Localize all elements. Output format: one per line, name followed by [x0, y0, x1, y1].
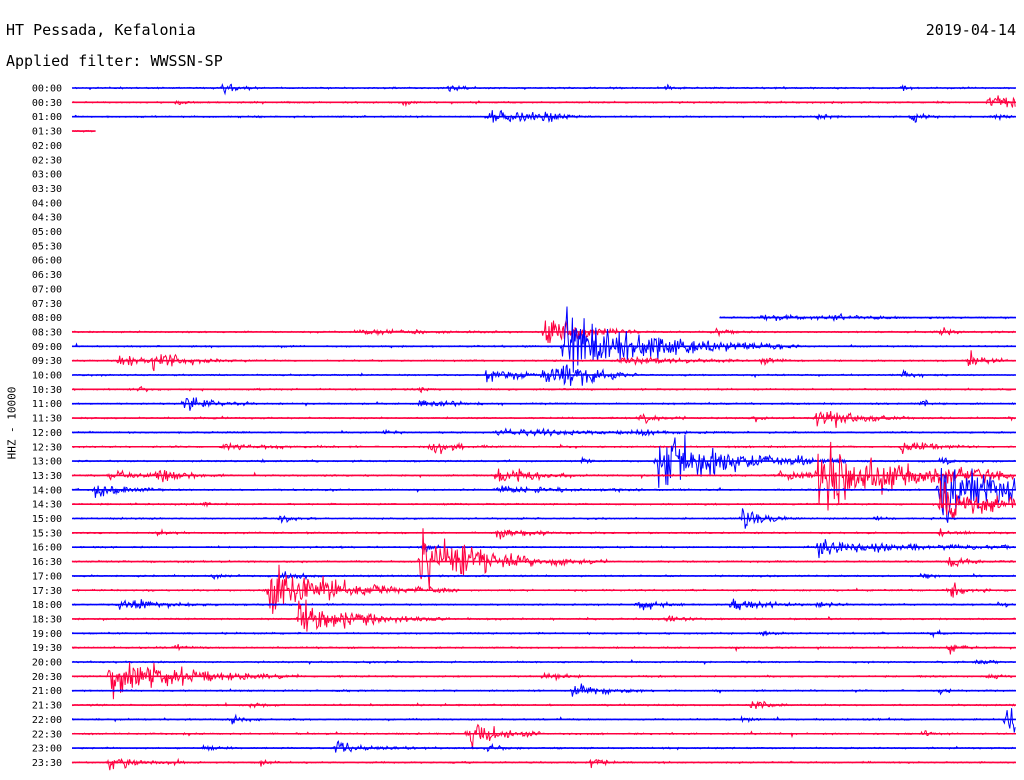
time-tick-label: 11:00	[32, 399, 62, 410]
time-tick-label: 09:00	[32, 342, 62, 353]
trace-line	[72, 708, 1016, 733]
trace-line	[71, 662, 1016, 700]
time-tick-label: 16:00	[32, 543, 62, 554]
time-tick-label: 00:30	[32, 98, 62, 109]
trace-line	[71, 411, 1016, 428]
time-tick-label: 07:30	[32, 299, 62, 310]
time-tick-label: 13:30	[32, 471, 62, 482]
time-tick-label: 21:30	[32, 701, 62, 712]
trace-line	[71, 723, 1016, 750]
time-tick-label: 09:30	[32, 356, 62, 367]
time-tick-label: 14:30	[32, 500, 62, 511]
time-tick-label: 18:00	[32, 600, 62, 611]
time-tick-label: 05:30	[32, 241, 62, 252]
time-tick-label: 07:00	[32, 284, 62, 295]
trace-line	[71, 740, 1016, 753]
trace-line	[71, 306, 1016, 373]
time-tick-label: 23:30	[32, 758, 62, 769]
time-tick-label: 16:30	[32, 557, 62, 568]
time-tick-label: 20:30	[32, 672, 62, 683]
trace-line	[71, 564, 1016, 614]
time-tick-label: 04:30	[32, 213, 62, 224]
time-tick-label: 11:30	[32, 414, 62, 425]
time-tick-label: 10:30	[32, 385, 62, 396]
time-tick-label: 02:00	[32, 141, 62, 152]
trace-line	[71, 528, 1016, 590]
time-tick-label: 04:00	[32, 198, 62, 209]
time-tick-label: 13:00	[32, 457, 62, 468]
time-tick-label: 08:00	[32, 313, 62, 324]
time-tick-label: 12:30	[32, 442, 62, 453]
time-tick-label: 18:30	[32, 614, 62, 625]
time-tick-label: 00:00	[32, 84, 62, 95]
time-tick-label: 22:30	[32, 729, 62, 740]
time-tick-label: 06:30	[32, 270, 62, 281]
time-tick-label: 06:00	[32, 256, 62, 267]
time-tick-label: 23:00	[32, 744, 62, 755]
trace-line	[71, 757, 1016, 771]
time-tick-label: 15:30	[32, 528, 62, 539]
time-tick-label: 05:00	[32, 227, 62, 238]
time-tick-label: 01:30	[32, 127, 62, 138]
trace-line	[71, 644, 1016, 655]
trace-line	[71, 95, 1016, 108]
time-tick-label: 19:30	[32, 643, 62, 654]
time-tick-label: 20:00	[32, 658, 62, 669]
time-tick-label: 02:30	[32, 155, 62, 166]
helicorder-chart: HT Pessada, Kefalonia 2019-04-14 Applied…	[0, 0, 1024, 780]
time-tick-label: 22:00	[32, 715, 62, 726]
trace-line	[71, 539, 1016, 559]
time-tick-label: 03:00	[32, 170, 62, 181]
time-tick-label: 17:00	[32, 571, 62, 582]
trace-line	[71, 82, 1016, 96]
time-tick-label: 21:00	[32, 686, 62, 697]
time-tick-label: 15:00	[32, 514, 62, 525]
trace-line	[71, 441, 1016, 455]
seismogram-plot: 00:00 00:30 01:00 01:30 02:00 02:30 03:00 03:30…	[32, 82, 1016, 771]
time-tick-label: 10:00	[32, 371, 62, 382]
time-tick-label: 01:00	[32, 112, 62, 123]
time-tick-label: 03:30	[32, 184, 62, 195]
time-tick-label: 19:00	[32, 629, 62, 640]
trace-line	[71, 480, 1016, 520]
time-tick-label: 08:30	[32, 327, 62, 338]
trace-line	[71, 571, 1016, 581]
trace-line	[71, 528, 1016, 540]
time-tick-label: 14:00	[32, 485, 62, 496]
time-tick-label: 17:30	[32, 586, 62, 597]
time-tick-label: 12:00	[32, 428, 62, 439]
